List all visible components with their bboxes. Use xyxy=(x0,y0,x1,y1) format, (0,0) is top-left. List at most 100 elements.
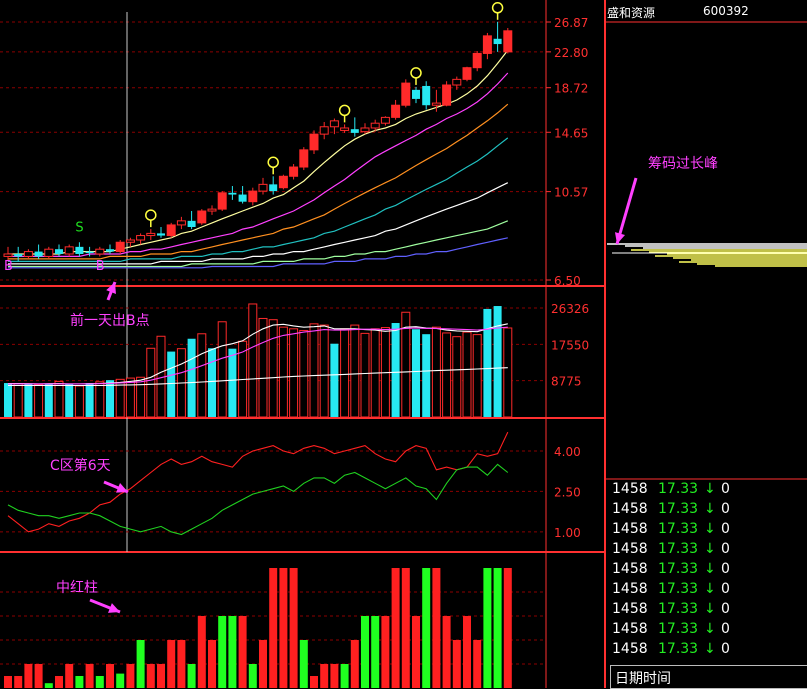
signal-bar xyxy=(299,640,308,688)
candle-body xyxy=(422,85,431,106)
signal-bar xyxy=(167,640,176,688)
candle-body xyxy=(95,248,105,255)
trade-arrow-icon: ↓ xyxy=(704,601,716,617)
volume-bar xyxy=(74,385,84,418)
signal-bar xyxy=(136,640,145,688)
trade-arrow-icon: ↓ xyxy=(704,501,716,517)
trade-row: 1458 17.33 ↓ 0 xyxy=(606,580,806,600)
signal-bar xyxy=(483,568,492,688)
candle-body xyxy=(412,89,420,99)
price-tick-label: 18.72 xyxy=(554,82,588,96)
signal-bar xyxy=(452,640,461,688)
candle-body-filled xyxy=(279,176,288,188)
signal-bar xyxy=(422,568,431,688)
signal-bar xyxy=(381,616,390,688)
candle-body xyxy=(340,127,350,131)
volume-bar xyxy=(452,336,462,418)
trade-arrow-icon: ↓ xyxy=(704,541,716,557)
annotation-mid-red: 中红柱 xyxy=(56,580,98,596)
volume-bar xyxy=(431,326,441,418)
signal-label-b: B xyxy=(96,259,105,274)
trade-count: 0 xyxy=(721,561,730,577)
trade-volume: 1458 xyxy=(612,561,648,577)
trade-row: 1458 17.33 ↓ 0 xyxy=(606,520,806,540)
trade-list: 1458 17.33 ↓ 0 1458 17.33 ↓ 0 1458 17.33 ↓ 0 1458 17.… xyxy=(606,480,806,660)
candle-body xyxy=(228,192,237,195)
candle-body-filled xyxy=(289,167,298,177)
volume-bar xyxy=(258,317,268,418)
signal-bar xyxy=(208,640,216,688)
date-time-field[interactable]: 日期时间 xyxy=(610,665,807,689)
indicator-line xyxy=(7,431,509,533)
volume-bar xyxy=(493,306,502,417)
trade-count: 0 xyxy=(721,621,730,637)
signal-bar xyxy=(75,676,84,688)
volume-bar xyxy=(4,383,12,417)
volume-bar xyxy=(472,334,482,418)
trade-price: 17.33 xyxy=(658,621,699,637)
volume-bar xyxy=(167,351,176,417)
trade-row: 1458 17.33 ↓ 0 xyxy=(606,560,806,580)
trade-count: 0 xyxy=(721,641,730,657)
stock-title: 盛和资源 600392 xyxy=(607,2,805,20)
volume-bar xyxy=(319,324,329,418)
candle-body xyxy=(64,246,74,255)
signal-bar xyxy=(177,640,186,688)
trade-count: 0 xyxy=(721,541,730,557)
candle-body xyxy=(431,102,441,106)
indicator-tick-label: 4.00 xyxy=(554,445,581,459)
volume-bar xyxy=(268,319,278,418)
annotation-chip-peak: 筹码过长峰 xyxy=(648,155,718,172)
trade-count: 0 xyxy=(721,521,730,537)
volume-bar xyxy=(442,332,452,418)
indicator-line xyxy=(7,463,509,536)
trade-arrow-icon: ↓ xyxy=(704,581,716,597)
candle-body xyxy=(34,251,43,257)
candle-body xyxy=(157,233,165,236)
volume-bar xyxy=(136,376,146,418)
volume-bar xyxy=(24,383,33,417)
trade-arrow-icon: ↓ xyxy=(704,621,716,637)
indicator-tick-label: 2.50 xyxy=(554,485,581,499)
lamp-marker-icon xyxy=(338,104,351,117)
signal-bar xyxy=(65,664,74,688)
volume-bar xyxy=(503,327,513,418)
signal-bar xyxy=(157,664,165,688)
candle-body xyxy=(136,235,146,241)
signal-bar xyxy=(371,616,380,688)
volume-bar xyxy=(197,333,207,418)
volume-bar xyxy=(125,377,135,418)
annotation-prev-day-b: 前一天出B点 xyxy=(70,312,150,329)
volume-bar xyxy=(278,326,288,418)
volume-bar xyxy=(217,321,227,418)
candle-body xyxy=(55,249,63,254)
signal-bar xyxy=(463,616,471,688)
volume-bar xyxy=(248,303,258,418)
signal-bar xyxy=(95,676,104,688)
volume-bar xyxy=(44,383,53,417)
lamp-marker-icon xyxy=(410,67,422,79)
date-time-label: 日期时间 xyxy=(615,671,671,687)
volume-bar xyxy=(228,348,237,417)
candle-body xyxy=(23,251,33,257)
candle-body xyxy=(380,116,390,124)
volume-bar xyxy=(95,381,105,418)
price-tick-label: 6.50 xyxy=(554,274,581,288)
signal-bar xyxy=(34,664,43,688)
price-tick-label: 10.57 xyxy=(554,186,588,200)
signal-bar xyxy=(330,664,339,688)
trade-arrow-icon: ↓ xyxy=(704,521,716,537)
signal-bar xyxy=(126,664,135,688)
signal-bar xyxy=(24,664,33,688)
volume-tick-label: 17550 xyxy=(551,338,589,352)
candle-body-filled xyxy=(391,105,400,118)
trade-arrow-icon: ↓ xyxy=(704,561,716,577)
signal-bar xyxy=(442,616,451,688)
candle-body xyxy=(75,246,84,254)
trade-volume: 1458 xyxy=(612,621,648,637)
candle-body xyxy=(14,253,23,257)
trade-arrow-icon: ↓ xyxy=(704,481,716,497)
signal-bar xyxy=(361,616,369,688)
signal-bar xyxy=(350,640,359,688)
volume-bar xyxy=(412,329,420,417)
